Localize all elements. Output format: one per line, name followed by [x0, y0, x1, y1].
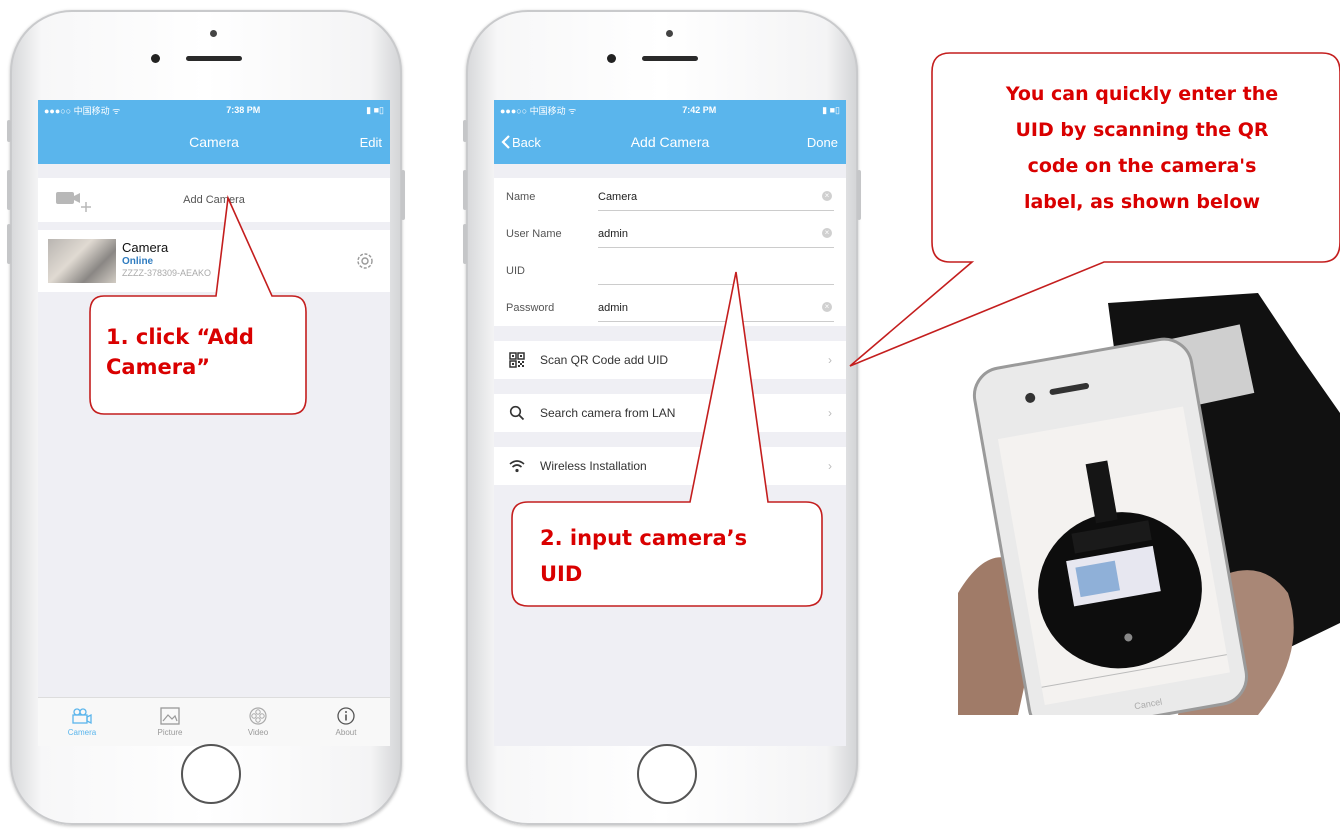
clear-icon[interactable]: × — [822, 302, 832, 312]
edit-button[interactable]: Edit — [360, 120, 382, 164]
status-bar: ●●●○○ 中国移动 ᯤ 7:38 PM ▮ ■▯ — [38, 100, 390, 120]
earpiece — [186, 56, 242, 61]
phone-frame-left: ●●●○○ 中国移动 ᯤ 7:38 PM ▮ ■▯ Camera Edit Ad… — [7, 10, 405, 825]
callout-line: UID by scanning the QR — [1015, 119, 1269, 141]
picture-tab-icon — [160, 707, 180, 725]
about-tab-icon — [337, 707, 355, 725]
option-label: Scan QR Code add UID — [540, 353, 669, 367]
callout-step1-text: 1. click “Add Camera” — [106, 322, 254, 382]
name-field[interactable]: Name Camera × — [506, 178, 846, 215]
camera-uid: ZZZZ-378309-AEAKO — [122, 268, 212, 278]
power-button — [857, 170, 861, 220]
callout-qr-text: You can quickly enter the UID by scannin… — [972, 76, 1312, 220]
sensor-dot — [666, 30, 673, 37]
video-tab-icon — [249, 707, 267, 725]
camera-tab-icon — [72, 708, 92, 725]
clear-icon[interactable]: × — [822, 228, 832, 238]
sensor-dot — [210, 30, 217, 37]
username-field[interactable]: User Name admin × — [506, 215, 846, 252]
callout-line: UID — [540, 562, 583, 586]
volume-up-button — [7, 170, 11, 210]
volume-down-button — [7, 224, 11, 264]
field-label: User Name — [506, 228, 562, 240]
chevron-right-icon: › — [828, 353, 832, 367]
nav-bar: Back Add Camera Done — [494, 120, 846, 164]
field-value[interactable]: admin — [598, 302, 628, 314]
screen-camera-list: ●●●○○ 中国移动 ᯤ 7:38 PM ▮ ■▯ Camera Edit Ad… — [38, 100, 390, 746]
page-title: Camera — [189, 134, 239, 150]
field-value[interactable]: Camera — [598, 191, 637, 203]
add-camera-button[interactable]: Add Camera — [38, 178, 390, 222]
battery-indicator: ▮ ■▯ — [822, 104, 840, 115]
tab-picture[interactable]: Picture — [126, 698, 214, 746]
tab-label: Video — [247, 728, 269, 737]
status-bar: ●●●○○ 中国移动 ᯤ 7:42 PM ▮ ■▯ — [494, 100, 846, 120]
search-icon — [494, 405, 540, 421]
field-label: Name — [506, 191, 536, 203]
chevron-right-icon: › — [828, 459, 832, 473]
home-button[interactable] — [181, 744, 241, 804]
option-label: Wireless Installation — [540, 459, 647, 473]
wifi-icon — [494, 459, 540, 473]
earpiece — [642, 56, 698, 61]
status-time: 7:42 PM — [682, 105, 717, 115]
carrier-label: ●●●○○ 中国移动 ᯤ — [500, 105, 577, 116]
status-time: 7:38 PM — [226, 105, 261, 115]
callout-line: code on the camera's — [1027, 155, 1257, 177]
camera-status: Online — [122, 256, 154, 267]
done-button[interactable]: Done — [807, 120, 838, 164]
callout-line: Camera” — [106, 355, 211, 379]
tab-about[interactable]: About — [302, 698, 390, 746]
chevron-left-icon — [501, 135, 510, 149]
carrier-label: ●●●○○ 中国移动 ᯤ — [44, 105, 121, 116]
camera-thumbnail — [48, 239, 116, 283]
front-camera — [607, 54, 616, 63]
field-label: UID — [506, 265, 525, 277]
callout-line: label, as shown below — [1023, 191, 1261, 213]
back-button[interactable]: Back — [500, 120, 541, 164]
nav-bar: Camera Edit — [38, 120, 390, 164]
tab-label: About — [335, 728, 357, 737]
field-label: Password — [506, 302, 555, 314]
callout-step2-text: 2. input camera’s UID — [540, 520, 747, 592]
wireless-install-option[interactable]: Wireless Installation › — [494, 447, 846, 485]
battery-indicator: ▮ ■▯ — [366, 104, 384, 115]
front-camera — [151, 54, 160, 63]
callout-line: 1. click “Add — [106, 325, 254, 349]
tab-bar: Camera Picture Video About — [38, 697, 390, 746]
tab-camera[interactable]: Camera — [38, 698, 126, 746]
clear-icon[interactable]: × — [822, 191, 832, 201]
volume-up-button — [463, 170, 467, 210]
add-camera-icon — [54, 188, 94, 217]
page-title: Add Camera — [630, 134, 710, 150]
camera-name: Camera — [122, 240, 169, 255]
search-lan-option[interactable]: Search camera from LAN › — [494, 394, 846, 432]
qr-scan-photo: Cancel — [958, 293, 1340, 715]
tab-label: Camera — [67, 728, 97, 737]
chevron-right-icon: › — [828, 406, 832, 420]
mute-switch — [7, 120, 11, 142]
mute-switch — [463, 120, 467, 142]
tab-label: Picture — [157, 728, 183, 737]
tab-video[interactable]: Video — [214, 698, 302, 746]
field-value[interactable]: admin — [598, 228, 628, 240]
scan-qr-option[interactable]: Scan QR Code add UID › — [494, 341, 846, 379]
power-button — [401, 170, 405, 220]
screen-add-camera: ●●●○○ 中国移动 ᯤ 7:42 PM ▮ ■▯ Back Add Camer… — [494, 100, 846, 746]
option-label: Search camera from LAN — [540, 406, 676, 420]
home-button[interactable] — [637, 744, 697, 804]
callout-line: You can quickly enter the — [1005, 83, 1279, 105]
volume-down-button — [463, 224, 467, 264]
uid-field[interactable]: UID — [506, 252, 846, 289]
phone-frame-middle: ●●●○○ 中国移动 ᯤ 7:42 PM ▮ ■▯ Back Add Camer… — [463, 10, 861, 825]
qr-code-icon — [494, 352, 540, 368]
password-field[interactable]: Password admin × — [506, 289, 846, 326]
callout-line: 2. input camera’s — [540, 526, 748, 550]
camera-form: Name Camera × User Name admin × UID Pass… — [494, 178, 846, 326]
back-label: Back — [512, 134, 541, 150]
camera-list-item[interactable]: Camera Online ZZZZ-378309-AEAKO — [38, 230, 390, 292]
gear-icon[interactable] — [354, 250, 376, 277]
add-camera-label: Add Camera — [183, 194, 245, 206]
